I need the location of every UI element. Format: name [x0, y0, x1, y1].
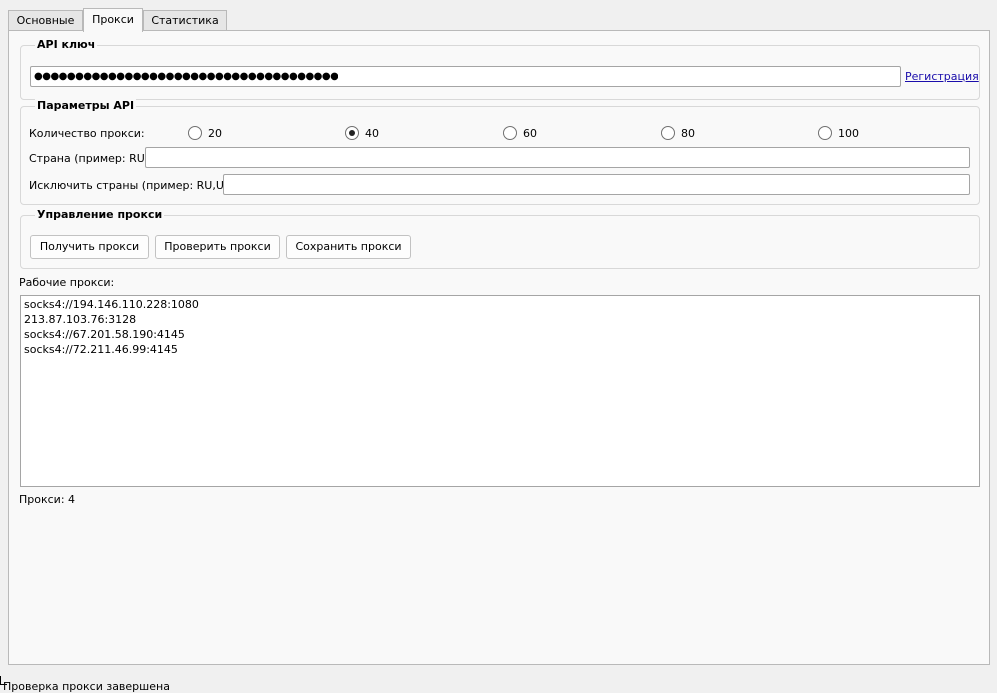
proxy-tab-panel: API ключ ●●●●●●●●●●●●●●●●●●●●●●●●●●●●●●●…	[8, 30, 990, 665]
radio-label: 20	[208, 127, 222, 140]
proxy-control-group: Управление прокси Получить прокси Провер…	[20, 208, 980, 269]
radio-circle	[661, 126, 675, 140]
working-proxies-textarea[interactable]: socks4://194.146.110.228:1080 213.87.103…	[20, 295, 980, 487]
tab-label: Основные	[16, 14, 75, 27]
radio-count-80[interactable]: 80	[661, 126, 711, 142]
radio-circle	[345, 126, 359, 140]
proxy-line: socks4://72.211.46.99:4145	[24, 343, 178, 356]
group-title: Управление прокси	[35, 208, 165, 221]
group-title: Параметры API	[35, 99, 137, 112]
check-proxies-button[interactable]: Проверить прокси	[155, 235, 280, 259]
proxy-line: 213.87.103.76:3128	[24, 313, 137, 326]
save-proxies-button[interactable]: Сохранить прокси	[286, 235, 411, 259]
get-proxies-button[interactable]: Получить прокси	[30, 235, 149, 259]
radio-label: 80	[681, 127, 695, 140]
api-key-field[interactable]: ●●●●●●●●●●●●●●●●●●●●●●●●●●●●●●●●●●●●●	[30, 66, 901, 87]
radio-count-40[interactable]: 40	[345, 126, 395, 142]
api-params-group: Параметры API Количество прокси: 20 40 6…	[20, 99, 980, 205]
status-bar-text: Проверка прокси завершена	[3, 680, 170, 693]
proxy-line: socks4://194.146.110.228:1080	[24, 298, 199, 311]
radio-label: 100	[838, 127, 859, 140]
country-label: Страна (пример: RU):	[29, 152, 153, 165]
tab-proxy[interactable]: Прокси	[83, 8, 143, 32]
working-proxies-label: Рабочие прокси:	[19, 276, 115, 289]
radio-label: 60	[523, 127, 537, 140]
group-title: API ключ	[35, 38, 98, 51]
proxy-count-text: Прокси: 4	[19, 493, 76, 506]
tab-label: Статистика	[151, 14, 219, 27]
radio-circle	[503, 126, 517, 140]
registration-link[interactable]: Регистрация	[905, 70, 979, 83]
tab-main[interactable]: Основные	[8, 10, 83, 30]
radio-count-60[interactable]: 60	[503, 126, 553, 142]
radio-circle	[818, 126, 832, 140]
radio-label: 40	[365, 127, 379, 140]
radio-count-100[interactable]: 100	[818, 126, 878, 142]
tab-label: Прокси	[92, 13, 134, 26]
proxy-line: socks4://67.201.58.190:4145	[24, 328, 185, 341]
radio-circle	[188, 126, 202, 140]
radio-selected-dot	[349, 130, 355, 136]
proxy-count-label: Количество прокси:	[29, 127, 145, 140]
radio-count-20[interactable]: 20	[188, 126, 238, 142]
api-key-group: API ключ ●●●●●●●●●●●●●●●●●●●●●●●●●●●●●●●…	[20, 38, 980, 100]
exclude-countries-field[interactable]	[223, 174, 970, 195]
tab-statistics[interactable]: Статистика	[143, 10, 227, 30]
exclude-countries-label: Исключить страны (пример: RU,UA):	[29, 179, 240, 192]
country-field[interactable]	[145, 147, 970, 168]
api-key-masked-value: ●●●●●●●●●●●●●●●●●●●●●●●●●●●●●●●●●●●●●	[34, 71, 339, 82]
